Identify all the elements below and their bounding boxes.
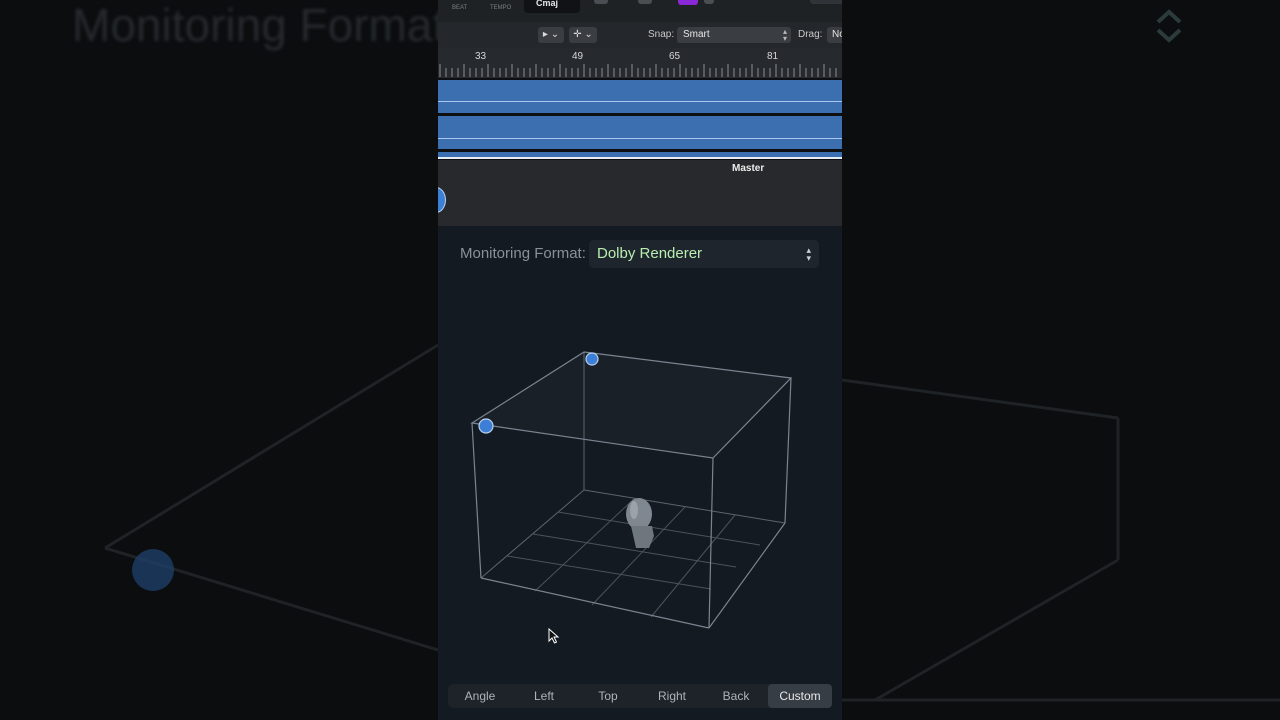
drag-label: Drag: xyxy=(798,29,823,40)
view-button-right[interactable]: Right xyxy=(640,684,704,708)
view-button-custom[interactable]: Custom xyxy=(768,684,832,708)
monitoring-format-select[interactable]: Dolby Renderer ▴ ▾ xyxy=(589,240,819,268)
key-value: Cmaj xyxy=(536,0,559,8)
region-divider-2 xyxy=(438,138,842,139)
count-in-button[interactable] xyxy=(678,0,698,5)
region-divider-3 xyxy=(438,157,842,159)
region-divider-1 xyxy=(438,101,842,102)
snap-updown-icon: ▴ ▾ xyxy=(782,27,787,43)
track-region-2[interactable] xyxy=(438,116,842,149)
snap-select[interactable]: Smart ▴ ▾ xyxy=(677,27,791,43)
mouse-cursor-icon xyxy=(548,628,560,644)
ruler-ticks xyxy=(439,64,837,77)
monitoring-format-label: Monitoring Format: xyxy=(460,245,586,262)
drag-select[interactable]: No xyxy=(827,27,842,43)
room-box-front xyxy=(470,351,793,629)
track-region-1[interactable] xyxy=(438,80,842,113)
snap-label: Snap: xyxy=(648,29,675,40)
monitoring-format-value: Dolby Renderer xyxy=(597,245,703,262)
tempo-label: TEMPO xyxy=(490,5,512,11)
spatial-room-view[interactable] xyxy=(438,280,842,680)
view-button-top[interactable]: Top xyxy=(576,684,640,708)
logic-panel: BEAT TEMPO Cmaj ▸ ⌄ ✛ ⌄ Snap: Smart ▴ ▾ D… xyxy=(438,0,842,720)
pan-knob[interactable] xyxy=(438,187,446,213)
secondary-tool-menu[interactable]: ✛ ⌄ xyxy=(569,27,597,43)
metronome-button[interactable] xyxy=(704,0,714,4)
tracks-area xyxy=(438,78,842,160)
view-button-back[interactable]: Back xyxy=(704,684,768,708)
view-button-left[interactable]: Left xyxy=(512,684,576,708)
speaker-point-top-left[interactable] xyxy=(478,418,494,434)
lcd-button-2[interactable] xyxy=(638,0,652,4)
master-track: Master xyxy=(438,160,842,226)
lcd-display: BEAT TEMPO Cmaj xyxy=(438,0,842,22)
timeline-ruler[interactable]: 33 49 65 81 xyxy=(438,48,842,78)
view-button-angle[interactable]: Angle xyxy=(448,684,512,708)
control-bar: BEAT TEMPO Cmaj ▸ ⌄ ✛ ⌄ Snap: Smart ▴ ▾ D… xyxy=(438,0,842,48)
master-label: Master xyxy=(732,163,765,174)
beat-label: BEAT xyxy=(452,5,468,11)
speaker-point-top-back[interactable] xyxy=(585,352,599,366)
pointer-tool-menu[interactable]: ▸ ⌄ xyxy=(538,27,564,43)
chevron-updown-icon: ▴ ▾ xyxy=(806,245,811,263)
drag-value: No xyxy=(832,29,842,40)
lcd-right-button[interactable] xyxy=(810,0,842,4)
snap-value: Smart xyxy=(683,29,710,40)
listener-head-icon xyxy=(626,498,654,548)
lcd-button-1[interactable] xyxy=(594,0,608,4)
view-selector: Angle Left Top Right Back Custom xyxy=(448,684,832,708)
